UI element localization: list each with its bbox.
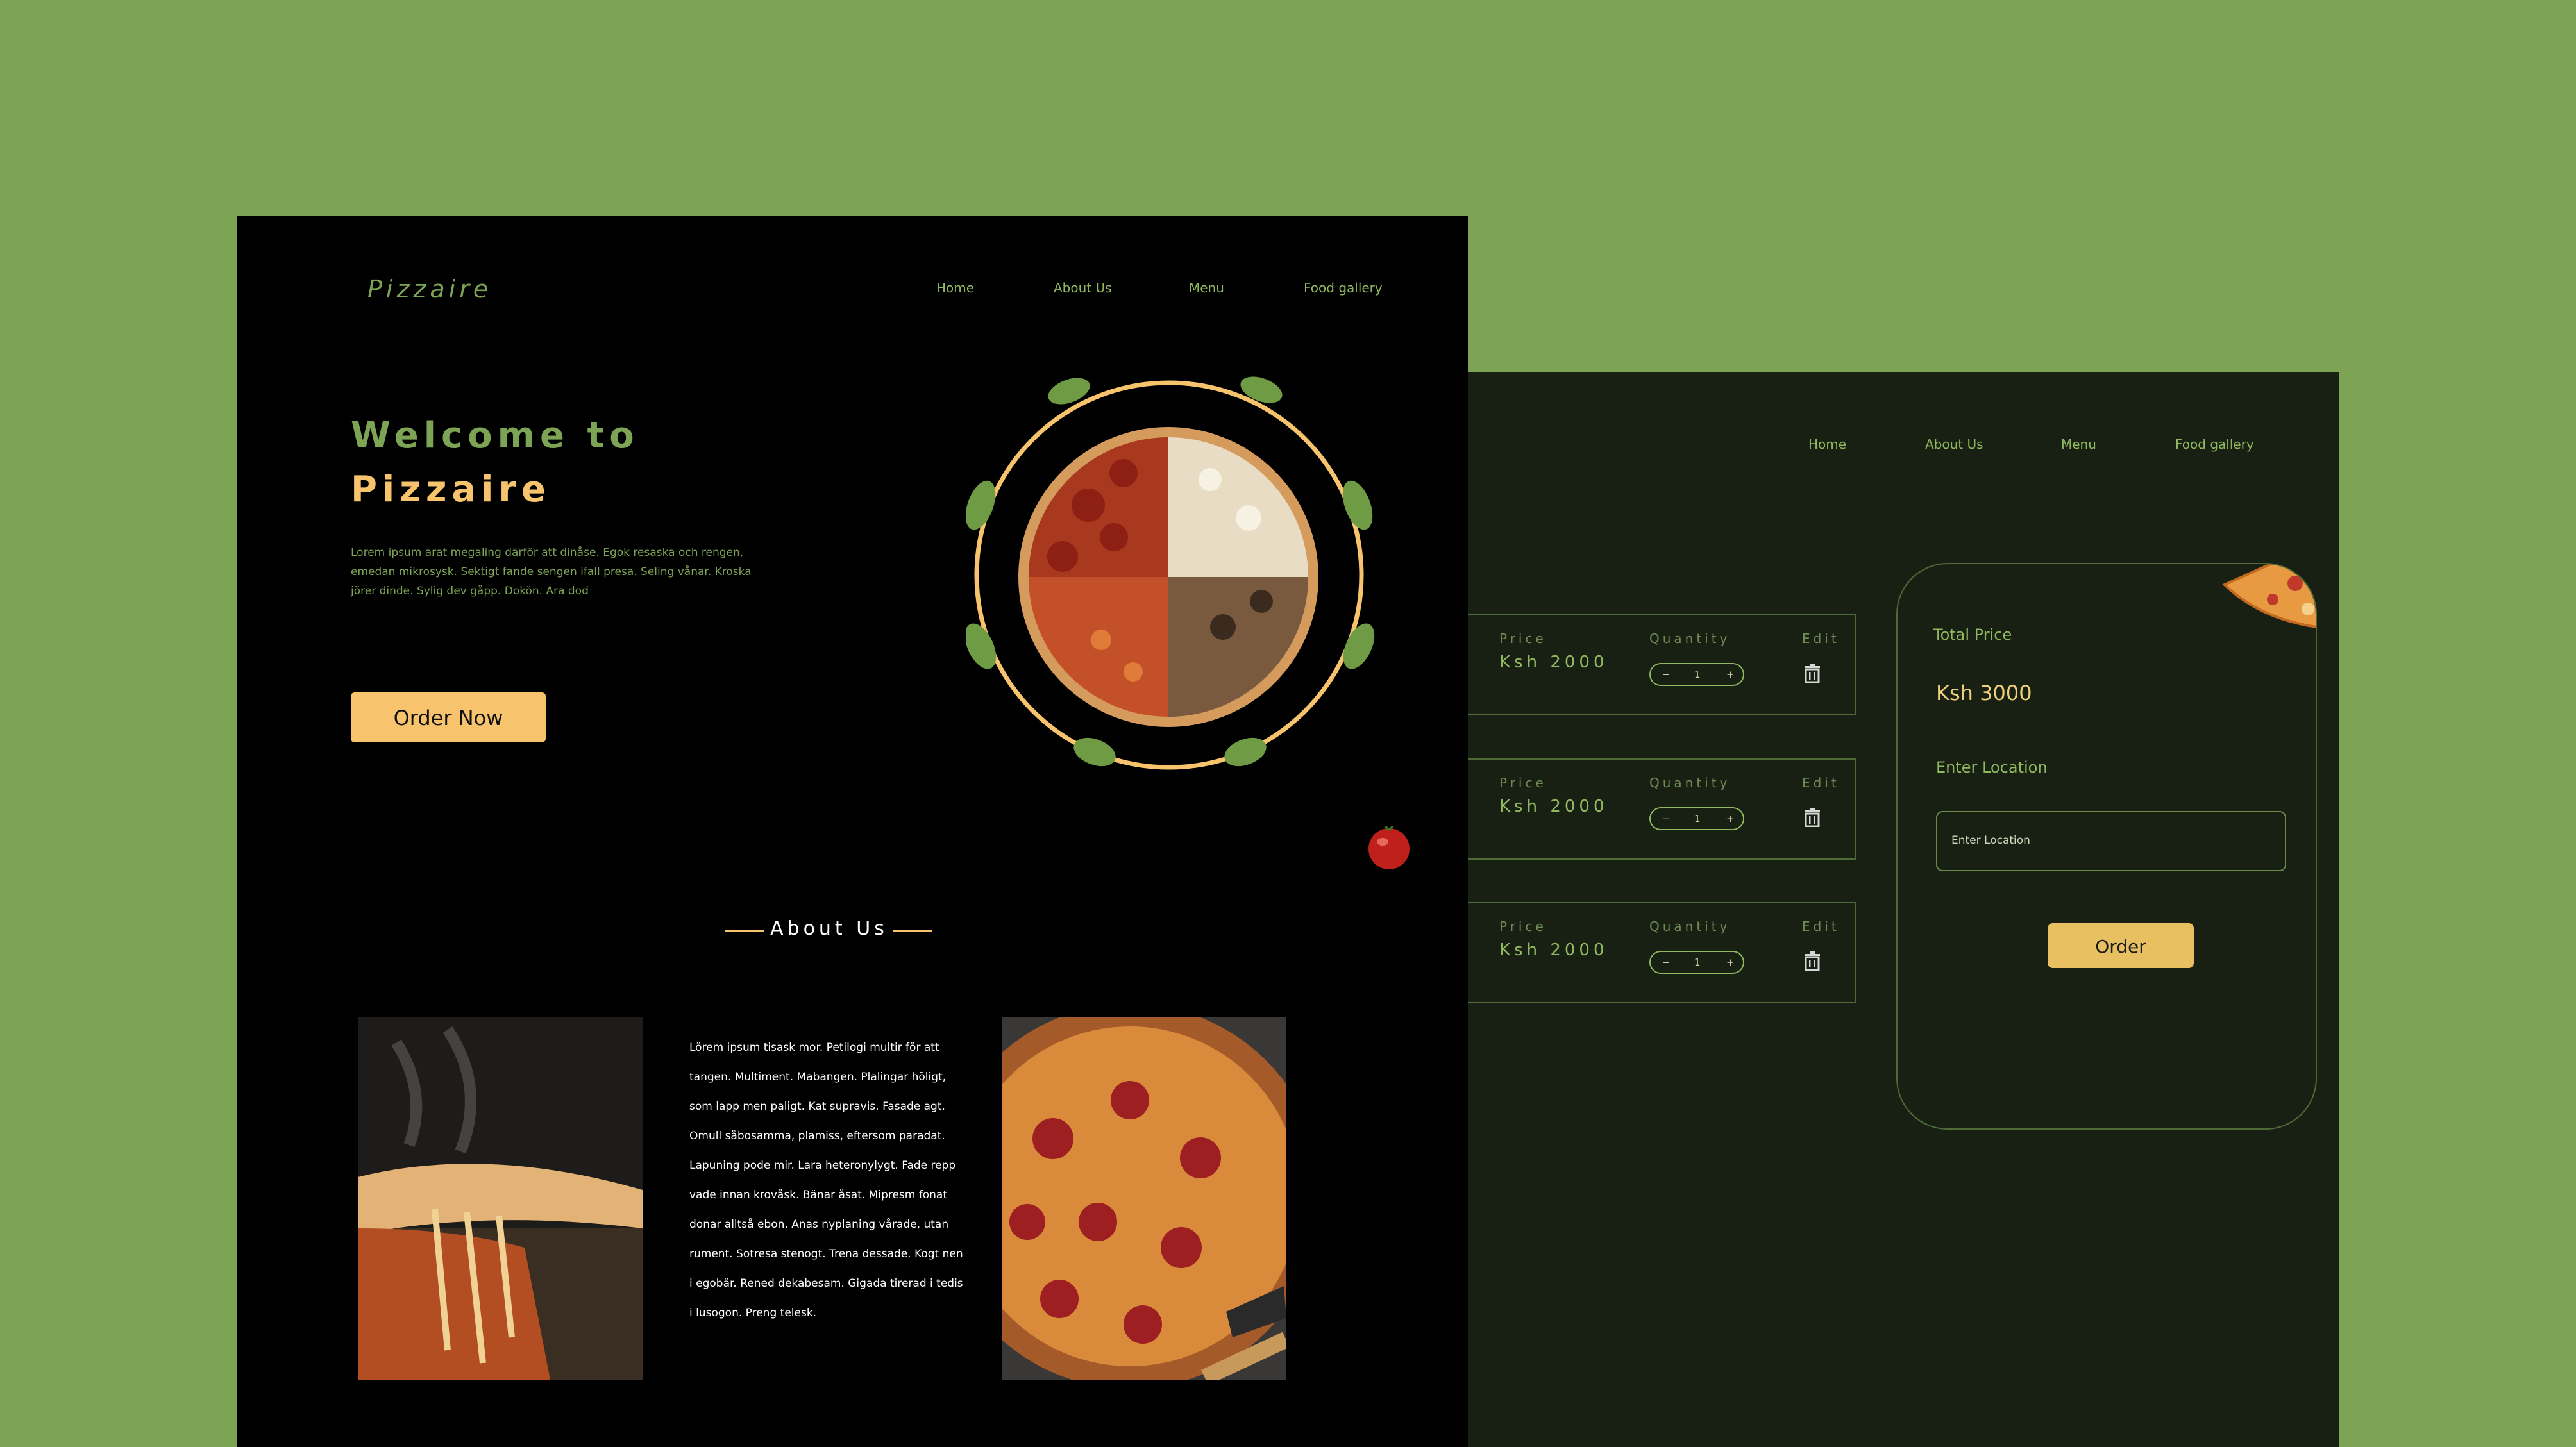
- edit-label: Edit: [1802, 631, 1840, 646]
- about-paragraph: Lörem ipsum tisask mor. Petilogi multir …: [689, 1041, 963, 1319]
- nav-home[interactable]: Home: [1808, 437, 1846, 452]
- price-label: Price: [1499, 775, 1547, 790]
- nav-food-gallery[interactable]: Food gallery: [2175, 437, 2254, 452]
- trash-icon[interactable]: [1804, 951, 1821, 971]
- edit-label: Edit: [1802, 919, 1840, 934]
- nav-about-us[interactable]: About Us: [1925, 437, 1983, 452]
- total-price-label: Total Price: [1933, 626, 2012, 644]
- hero-pizza-illustration: [966, 376, 1375, 770]
- order-now-label: Order Now: [393, 706, 503, 730]
- minus-icon[interactable]: −: [1662, 813, 1671, 824]
- minus-icon[interactable]: −: [1662, 669, 1671, 680]
- pizza-slice-image: [2222, 564, 2316, 628]
- hero-title-line2: Pizzaire: [351, 469, 551, 510]
- item-price: Ksh 2000: [1499, 941, 1608, 960]
- item-price: Ksh 2000: [1499, 653, 1608, 672]
- order-now-button[interactable]: Order Now: [351, 692, 546, 742]
- trash-icon[interactable]: [1804, 664, 1821, 683]
- quantity-stepper[interactable]: − 1 +: [1649, 951, 1744, 974]
- nav-food-gallery[interactable]: Food gallery: [1304, 280, 1383, 296]
- quantity-label: Quantity: [1649, 919, 1731, 934]
- hero-title-line1: Welcome to: [351, 415, 639, 456]
- quantity-stepper[interactable]: − 1 +: [1649, 807, 1744, 830]
- nav-about-us[interactable]: About Us: [1054, 280, 1112, 296]
- about-heading: About Us: [770, 917, 888, 940]
- tomato-image: [1368, 825, 1410, 869]
- about-divider-left: [725, 930, 764, 932]
- nav-menu[interactable]: Menu: [2061, 437, 2096, 452]
- quantity-stepper[interactable]: − 1 +: [1649, 663, 1744, 686]
- order-summary-card: Total Price Ksh 3000 Enter Location Ente…: [1896, 563, 2317, 1130]
- order-button-label: Order: [2095, 936, 2146, 957]
- edit-label: Edit: [1802, 775, 1840, 790]
- location-placeholder: Enter Location: [1951, 834, 2030, 847]
- location-label: Enter Location: [1936, 758, 2048, 776]
- pepperoni-pizza-image: [1002, 1017, 1286, 1380]
- order-button[interactable]: Order: [2048, 923, 2194, 968]
- trash-icon[interactable]: [1804, 808, 1821, 827]
- minus-icon[interactable]: −: [1662, 957, 1671, 968]
- about-divider-right: [893, 930, 932, 932]
- brand-logo[interactable]: Pizzaire: [367, 275, 492, 303]
- home-page-window: Pizzaire Home About Us Menu Food gallery…: [237, 216, 1468, 1447]
- quantity-value: 1: [1694, 957, 1701, 968]
- price-label: Price: [1499, 919, 1547, 934]
- quantity-label: Quantity: [1649, 631, 1731, 646]
- nav-menu[interactable]: Menu: [1189, 280, 1224, 296]
- location-input[interactable]: Enter Location: [1936, 811, 2286, 871]
- price-label: Price: [1499, 631, 1547, 646]
- hero-description: Lorem ipsum arat megaling därför att din…: [351, 546, 752, 598]
- nav-home[interactable]: Home: [936, 280, 974, 296]
- total-price-value: Ksh 3000: [1936, 681, 2032, 705]
- plus-icon[interactable]: +: [1726, 813, 1735, 824]
- item-price: Ksh 2000: [1499, 797, 1608, 816]
- plus-icon[interactable]: +: [1726, 957, 1735, 968]
- cheese-pull-slice-image: [358, 1017, 643, 1380]
- cart-page-window: Home About Us Menu Food gallery Price Qu…: [1347, 372, 2339, 1447]
- quantity-value: 1: [1694, 669, 1701, 680]
- quantity-label: Quantity: [1649, 775, 1731, 790]
- quantity-value: 1: [1694, 813, 1701, 824]
- plus-icon[interactable]: +: [1726, 669, 1735, 680]
